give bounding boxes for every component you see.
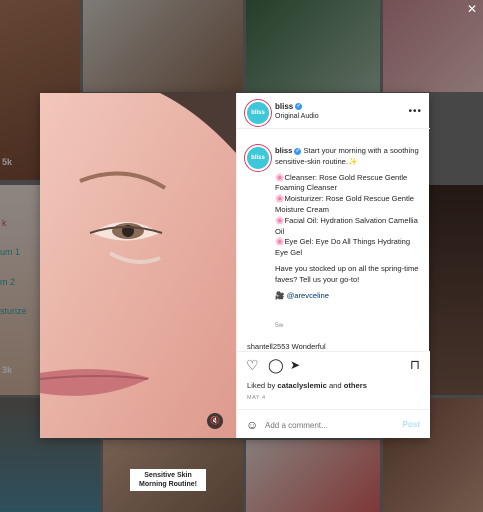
caption-item: 🌸Facial Oil: Hydration Salvation Camelli… [275,215,418,236]
post-video[interactable]: 🔇 [40,93,236,438]
add-comment-row: ☺ Post [237,409,430,439]
verified-icon: ✓ [295,103,303,111]
face-image [40,93,236,438]
avatar[interactable]: bliss [245,100,271,126]
header-username[interactable]: bliss ✓ [275,102,303,111]
comment-input[interactable] [265,418,385,432]
caption-item: 🌸Cleanser: Rose Gold Rescue Gentle Foami… [275,172,408,193]
close-icon[interactable]: ✕ [467,2,477,16]
comment-preview[interactable]: shantell2553 Wonderful [247,342,326,351]
post-age: 5w [275,322,284,329]
save-bookmark-icon[interactable]: ⊓ [410,358,420,372]
emoji-icon[interactable]: ☺ [246,418,258,432]
post-modal: 🔇 bliss bliss ✓ Original Audio ••• bliss … [40,93,430,438]
mention-link[interactable]: @arevceline [287,291,329,300]
post-header: bliss bliss ✓ Original Audio ••• [237,93,430,129]
tile-banner: Sensitive Skin Morning Routine! [130,469,206,491]
caption: bliss ✓ Start your morning with a soothin… [275,146,425,306]
mute-icon[interactable]: 🔇 [207,413,223,429]
post-panel: bliss bliss ✓ Original Audio ••• bliss bl… [236,93,430,438]
camera-icon: 🎥 [275,290,285,300]
caption-username[interactable]: bliss ✓ [275,146,302,155]
audio-label[interactable]: Original Audio [275,113,319,120]
post-date: MAY 4 [247,395,266,401]
caption-question: Have you stocked up on all the spring-ti… [275,263,419,284]
likes-summary: Liked by cataclyslemic and others [247,381,367,390]
verified-icon: ✓ [294,147,302,155]
comment-icon[interactable]: ◯ [268,358,284,372]
likes-others-link[interactable]: others [344,381,367,390]
likes-user-link[interactable]: cataclyslemic [277,381,326,390]
avatar[interactable]: bliss [245,145,271,171]
post-button[interactable]: Post [403,420,420,429]
share-icon[interactable]: ➤ [290,358,300,372]
caption-item: 🌸Eye Gel: Eye Do All Things Hydrating Ey… [275,237,411,258]
more-options-icon[interactable]: ••• [408,106,422,117]
caption-item: 🌸Moisturizer: Rose Gold Rescue Gentle Mo… [275,194,415,214]
actions-bar: ♡ ◯ ➤ ⊓ Liked by cataclyslemic and other… [237,351,430,438]
like-heart-icon[interactable]: ♡ [246,358,259,372]
